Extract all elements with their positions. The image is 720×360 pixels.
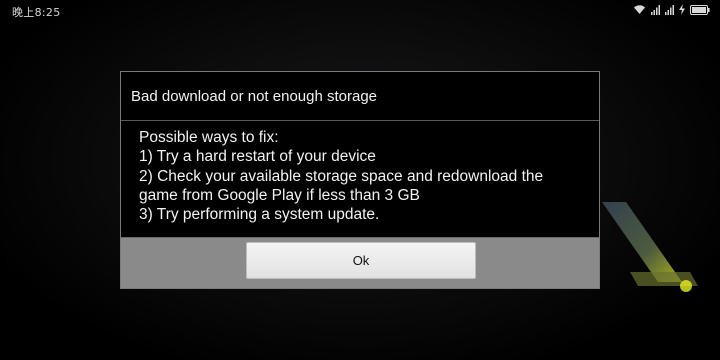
dialog-button-bar: Ok [121, 237, 599, 288]
status-bar: 晚上8:25 [0, 0, 720, 22]
message-line: 2) Check your available storage space an… [139, 167, 544, 185]
battery-icon [690, 4, 710, 15]
charging-icon [679, 4, 685, 15]
message-line: 1) Try a hard restart of your device [139, 148, 376, 166]
signal-icon [651, 4, 660, 15]
status-icons [633, 4, 710, 15]
message-line: Possible ways to fix: [139, 129, 279, 146]
message-line: 3) Try performing a system update. [139, 206, 380, 224]
app-screen: 晚上8:25 Bad download or not enough storag… [0, 0, 720, 360]
dialog-title: Bad download or not enough storage [121, 72, 599, 121]
message-line: game from Google Play if less than 3 GB [139, 186, 420, 204]
game-logo-icon [602, 202, 698, 292]
dialog-message: Possible ways to fix: 1) Try a hard rest… [121, 122, 599, 238]
status-time: 晚上8:25 [12, 6, 61, 19]
error-dialog: Bad download or not enough storage Possi… [120, 71, 600, 289]
wifi-icon [633, 4, 646, 15]
signal-icon [665, 4, 674, 15]
ok-button[interactable]: Ok [246, 242, 476, 279]
